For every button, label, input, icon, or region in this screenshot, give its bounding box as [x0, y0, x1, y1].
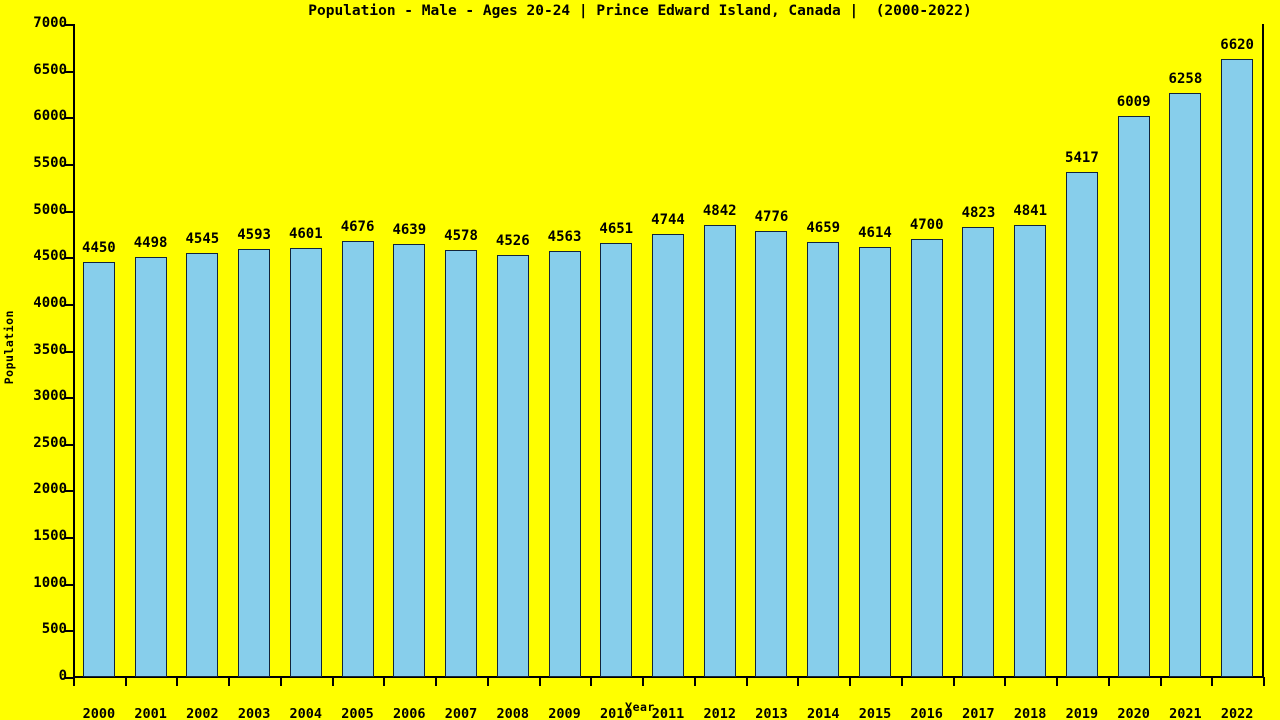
x-tick-label: 2022	[1220, 706, 1254, 720]
bar[interactable]	[238, 248, 271, 677]
x-tick-mark	[693, 677, 696, 686]
x-tick-mark	[486, 677, 489, 686]
bar-value-label: 6009	[1116, 94, 1151, 111]
bar[interactable]	[1065, 171, 1098, 677]
bar[interactable]	[134, 257, 167, 677]
y-tick-label: 1500	[33, 528, 67, 545]
bar[interactable]	[1169, 93, 1202, 677]
bar[interactable]	[496, 254, 529, 677]
x-tick-mark	[228, 677, 231, 686]
x-tick-mark	[900, 677, 903, 686]
bar[interactable]	[1117, 116, 1150, 677]
bar[interactable]	[1221, 59, 1254, 677]
bar[interactable]	[186, 253, 219, 677]
bar-value-label: 5417	[1065, 149, 1099, 166]
y-tick-label: 6000	[33, 108, 67, 125]
y-tick-label: 2500	[33, 434, 67, 451]
bar[interactable]	[341, 240, 374, 677]
bar[interactable]	[393, 244, 426, 677]
x-tick-mark	[952, 677, 955, 686]
bar[interactable]	[548, 251, 581, 677]
bar[interactable]	[807, 242, 840, 677]
bar[interactable]	[82, 261, 115, 677]
bar[interactable]	[289, 247, 322, 677]
bar[interactable]	[703, 225, 736, 677]
x-tick-mark	[73, 677, 75, 686]
y-tick-label: 7000	[33, 15, 67, 31]
x-tick-mark	[435, 677, 438, 686]
y-tick-label: 5000	[33, 201, 67, 218]
x-tick-mark	[176, 677, 179, 686]
x-tick-mark	[331, 677, 334, 686]
y-tick-label: 6500	[33, 61, 67, 78]
y-tick-label: 4000	[33, 294, 67, 311]
bar[interactable]	[910, 238, 943, 677]
plot-area: 0 500 1000 1500 2000 2500 3000 3500 4000 4500 5000…	[33, 15, 1265, 720]
bar-value-label: 6258	[1168, 71, 1203, 88]
y-tick-label: 3500	[33, 341, 67, 358]
y-tick-label: 500	[41, 621, 67, 638]
bar[interactable]	[600, 243, 633, 677]
bar[interactable]	[1014, 225, 1047, 677]
y-axis-title: Population	[2, 310, 16, 385]
y-tick-label: 1000	[33, 574, 67, 591]
bar-value-label: 6620	[1220, 37, 1254, 54]
x-tick-mark	[1056, 677, 1059, 686]
x-tick-mark	[1004, 677, 1007, 686]
x-tick-mark	[745, 677, 748, 686]
bar[interactable]	[755, 231, 788, 677]
x-tick-mark	[849, 677, 852, 686]
x-tick-mark	[1159, 677, 1162, 686]
x-tick-mark	[383, 677, 386, 686]
bar[interactable]	[858, 246, 891, 677]
bar[interactable]	[962, 227, 995, 677]
x-tick-mark	[538, 677, 541, 686]
x-tick-mark	[642, 677, 645, 686]
y-tick-label: 3000	[33, 388, 67, 405]
bar[interactable]	[652, 234, 684, 677]
x-tick-mark	[1263, 677, 1265, 686]
x-tick-mark	[1107, 677, 1110, 686]
bar-chart-figure: Population - Male - Ages 20-24 | Prince …	[0, 0, 1280, 720]
x-tick-mark	[797, 677, 800, 686]
chart-title: Population - Male - Ages 20-24 | Prince …	[308, 3, 972, 19]
y-tick-label: 0	[58, 668, 67, 684]
x-tick-mark	[590, 677, 593, 686]
y-tick-label: 5500	[33, 154, 67, 171]
x-tick-mark	[1211, 677, 1214, 686]
x-tick-mark	[279, 677, 282, 686]
bar[interactable]	[445, 249, 478, 677]
y-tick-label: 2000	[33, 481, 67, 498]
x-tick-mark	[124, 677, 127, 686]
bar-value-label: 4841	[1013, 203, 1048, 220]
